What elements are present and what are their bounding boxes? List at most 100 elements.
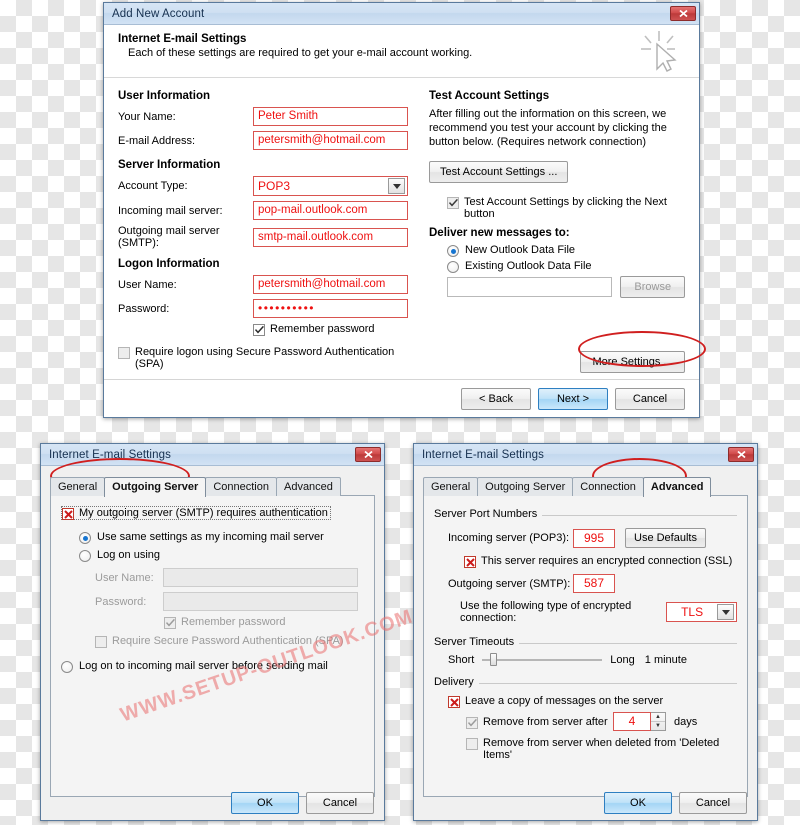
test-on-next-row[interactable]: Test Account Settings by clicking the Ne… — [447, 196, 685, 220]
ssl-required-label: This server requires an encrypted connec… — [481, 555, 733, 567]
checkbox-icon[interactable] — [466, 738, 478, 750]
tab-connection[interactable]: Connection — [205, 477, 277, 496]
days-stepper[interactable]: ▲ ▼ — [651, 712, 666, 731]
server-port-numbers-group: Server Port Numbers — [434, 508, 737, 520]
advanced-dialog-body: General Outgoing Server Connection Advan… — [414, 466, 757, 820]
radio-icon[interactable] — [79, 550, 91, 562]
timeout-slider-row: Short Long 1 minute — [448, 653, 737, 666]
outgoing-username-input[interactable] — [163, 568, 358, 587]
outgoing-server-row: Outgoing mail server (SMTP): smtp-mail.o… — [118, 225, 415, 249]
radio-icon[interactable] — [447, 261, 459, 273]
encryption-type-select[interactable]: TLS — [666, 602, 737, 622]
account-type-select[interactable]: POP3 — [253, 176, 408, 196]
leave-copy-row[interactable]: Leave a copy of messages on the server — [448, 695, 737, 708]
next-button[interactable]: Next > — [538, 387, 608, 410]
checkbox-icon[interactable] — [447, 197, 459, 209]
tab-advanced[interactable]: Advanced — [275, 477, 341, 496]
checkbox-icon[interactable] — [466, 716, 478, 729]
logon-password-label: Password: — [118, 302, 170, 315]
account-type-value: POP3 — [258, 179, 291, 193]
your-name-input[interactable]: Peter Smith — [253, 107, 408, 126]
add-new-account-dialog: Add New Account Internet E-mail Settings… — [103, 2, 700, 418]
incoming-server-row: Incoming mail server: pop-mail.outlook.c… — [118, 201, 415, 220]
remove-deleted-row[interactable]: Remove from server when deleted from 'De… — [466, 737, 737, 761]
timeout-long-label: Long — [610, 654, 635, 666]
more-settings-button[interactable]: More Settings ... — [580, 351, 685, 373]
use-defaults-button[interactable]: Use Defaults — [625, 528, 706, 548]
log-on-incoming-row[interactable]: Log on to incoming mail server before se… — [61, 660, 364, 673]
checkbox-icon[interactable] — [95, 636, 107, 648]
ok-button[interactable]: OK — [231, 792, 299, 814]
outgoing-dialog-body: General Outgoing Server Connection Advan… — [41, 466, 384, 820]
use-same-settings-row[interactable]: Use same settings as my incoming mail se… — [79, 531, 364, 544]
cancel-button[interactable]: Cancel — [679, 792, 747, 814]
your-name-label: Your Name: — [118, 110, 176, 123]
existing-data-file-row[interactable]: Existing Outlook Data File — [447, 260, 685, 273]
outgoing-remember-password-label: Remember password — [181, 616, 286, 628]
tab-general[interactable]: General — [50, 477, 106, 496]
test-account-settings-button[interactable]: Test Account Settings ... — [429, 161, 569, 183]
cancel-button[interactable]: Cancel — [306, 792, 374, 814]
outgoing-spa-row[interactable]: Require Secure Password Authentication (… — [95, 635, 364, 648]
tab-general[interactable]: General — [423, 477, 479, 496]
incoming-port-row: Incoming server (POP3): 995 Use Defaults — [448, 528, 737, 548]
slider-thumb[interactable] — [490, 653, 498, 666]
outgoing-remember-password-row[interactable]: Remember password — [164, 616, 364, 629]
checkbox-icon[interactable] — [253, 324, 265, 336]
add-account-title: Add New Account — [112, 7, 205, 20]
stepper-down-icon[interactable]: ▼ — [651, 722, 665, 730]
checkbox-icon[interactable] — [464, 556, 476, 568]
checkbox-icon[interactable] — [118, 347, 130, 359]
add-account-footer: < Back Next > Cancel — [104, 379, 699, 417]
spa-row[interactable]: Require logon using Secure Password Auth… — [118, 346, 415, 370]
cancel-button[interactable]: Cancel — [615, 387, 685, 410]
remove-deleted-label: Remove from server when deleted from 'De… — [483, 737, 720, 761]
browse-button[interactable]: Browse — [620, 276, 685, 298]
tab-outgoing-server[interactable]: Outgoing Server — [104, 477, 207, 497]
timeout-slider[interactable] — [482, 653, 603, 666]
stepper-up-icon[interactable]: ▲ — [651, 713, 665, 722]
outgoing-username-row: User Name: — [95, 568, 364, 587]
header-title: Internet E-mail Settings — [118, 33, 247, 45]
log-on-using-label: Log on using — [97, 549, 160, 561]
outgoing-server-input[interactable]: smtp-mail.outlook.com — [253, 227, 408, 247]
outgoing-port-input[interactable]: 587 — [573, 574, 615, 593]
radio-icon[interactable] — [79, 532, 91, 544]
logon-password-input[interactable]: •••••••••• — [253, 299, 408, 318]
tab-connection[interactable]: Connection — [572, 477, 644, 496]
radio-icon[interactable] — [61, 661, 73, 673]
left-column: User Information Your Name: Peter Smith … — [118, 90, 415, 374]
new-data-file-row[interactable]: New Outlook Data File — [447, 244, 685, 257]
advanced-settings-dialog: Internet E-mail Settings General Outgoin… — [413, 443, 758, 821]
data-file-path-input[interactable] — [447, 277, 613, 297]
log-on-using-row[interactable]: Log on using — [79, 549, 364, 562]
email-address-input[interactable]: petersmith@hotmail.com — [253, 131, 408, 150]
checkbox-icon[interactable] — [448, 696, 460, 708]
incoming-server-input[interactable]: pop-mail.outlook.com — [253, 201, 408, 220]
incoming-server-label: Incoming mail server: — [118, 204, 223, 217]
remove-after-days-input[interactable]: 4 — [613, 712, 651, 731]
ok-button[interactable]: OK — [604, 792, 672, 814]
checkbox-icon[interactable] — [62, 508, 74, 520]
more-settings-wrap: More Settings ... — [580, 351, 685, 373]
remember-password-row[interactable]: Remember password — [253, 323, 415, 336]
close-icon[interactable] — [670, 6, 696, 21]
radio-icon[interactable] — [447, 245, 459, 257]
checkbox-icon[interactable] — [164, 617, 176, 629]
smtp-auth-row[interactable]: My outgoing server (SMTP) requires authe… — [61, 506, 331, 520]
outgoing-tab-panel: My outgoing server (SMTP) requires authe… — [50, 495, 375, 797]
close-icon[interactable] — [355, 447, 381, 462]
chevron-down-icon[interactable] — [717, 604, 734, 620]
logon-username-input[interactable]: petersmith@hotmail.com — [253, 275, 408, 294]
back-button[interactable]: < Back — [461, 387, 531, 410]
existing-data-file-label: Existing Outlook Data File — [465, 260, 592, 272]
incoming-port-input[interactable]: 995 — [573, 528, 615, 548]
outgoing-password-input[interactable] — [163, 592, 358, 611]
timeout-value-label: 1 minute — [644, 654, 687, 666]
smtp-auth-label: My outgoing server (SMTP) requires authe… — [79, 507, 328, 519]
tab-advanced[interactable]: Advanced — [642, 477, 712, 497]
tab-outgoing-server[interactable]: Outgoing Server — [477, 477, 574, 496]
close-icon[interactable] — [728, 447, 754, 462]
chevron-down-icon[interactable] — [388, 178, 405, 194]
ssl-required-row[interactable]: This server requires an encrypted connec… — [464, 555, 737, 568]
